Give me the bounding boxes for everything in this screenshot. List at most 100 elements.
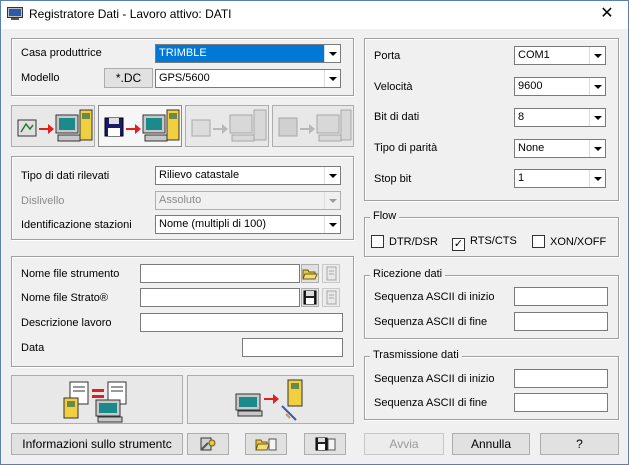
open-folder-button[interactable] <box>301 264 319 283</box>
instrument-file-label: Nome file strumento <box>21 268 120 280</box>
send-to-pc-button[interactable] <box>98 105 182 147</box>
date-input[interactable] <box>242 338 343 357</box>
disk-to-pc-disabled-button[interactable] <box>272 105 354 147</box>
height-diff-label: Dislivello <box>21 195 65 207</box>
chevron-down-icon[interactable] <box>589 47 605 64</box>
stop-bits-label: Stop bit <box>374 173 412 185</box>
chevron-down-icon <box>324 192 340 209</box>
height-diff-dropdown[interactable]: Assoluto <box>155 191 341 210</box>
save-file-button[interactable] <box>301 288 319 307</box>
tools-icon <box>200 437 216 451</box>
chevron-down-icon[interactable] <box>324 70 340 87</box>
station-id-value: Nome (multipli di 100) <box>159 218 266 230</box>
instrument-to-pc-icon <box>17 109 93 142</box>
notes-disabled-button-2[interactable] <box>322 288 340 307</box>
transfer-button[interactable] <box>187 375 354 424</box>
model-value: GPS/5600 <box>159 72 210 84</box>
title-bar: Registratore Dati - Lavoro attivo: DATI … <box>1 1 628 29</box>
app-icon <box>7 7 23 21</box>
instrument-file-input[interactable] <box>140 264 300 283</box>
receive-title: Ricezione dati <box>370 268 446 280</box>
data-bits-dropdown[interactable]: 8 <box>514 108 606 127</box>
notepad-icon <box>326 290 337 305</box>
cancel-button-label: Annulla <box>470 437 512 451</box>
model-label: Modello <box>21 72 60 84</box>
stop-bits-dropdown[interactable]: 1 <box>514 169 606 188</box>
compare-files-icon <box>63 381 127 423</box>
start-button[interactable]: Avvia <box>364 433 444 455</box>
chevron-down-icon[interactable] <box>589 109 605 126</box>
close-button[interactable]: ✕ <box>592 3 622 25</box>
receive-end-label: Sequenza ASCII di fine <box>374 316 488 328</box>
instrument-to-pc-disabled-button[interactable] <box>185 105 269 147</box>
receive-from-instrument-button[interactable] <box>11 105 95 147</box>
pc-to-instrument-icon <box>235 379 303 421</box>
dtr-dsr-checkbox[interactable]: DTR/DSR <box>371 235 438 248</box>
xon-xoff-label: XON/XOFF <box>550 236 607 248</box>
notepad-icon <box>326 266 337 281</box>
open-folder-icon <box>302 269 318 280</box>
job-desc-input[interactable] <box>140 313 343 332</box>
checkbox-box[interactable] <box>532 235 545 248</box>
disk-transfer-disabled-icon <box>278 109 352 142</box>
strato-file-input[interactable] <box>140 288 300 307</box>
main-window: Registratore Dati - Lavoro attivo: DATI … <box>0 0 629 465</box>
checkbox-box[interactable] <box>371 235 384 248</box>
chevron-down-icon[interactable] <box>324 216 340 233</box>
cancel-button[interactable]: Annulla <box>452 433 530 455</box>
chevron-down-icon[interactable] <box>589 140 605 157</box>
chevron-down-icon[interactable] <box>589 78 605 95</box>
chevron-down-icon[interactable] <box>324 45 340 62</box>
data-type-dropdown[interactable]: Rilievo catastale <box>155 166 341 185</box>
model-dropdown[interactable]: GPS/5600 <box>155 69 341 88</box>
settings-tool-button[interactable] <box>187 433 229 455</box>
transmit-start-input[interactable] <box>514 369 608 388</box>
transmit-end-input[interactable] <box>514 393 608 412</box>
receive-start-input[interactable] <box>514 287 608 306</box>
open-file-button[interactable] <box>245 433 287 455</box>
instrument-info-button[interactable]: Informazioni sullo strumentc <box>11 433 183 455</box>
speed-dropdown[interactable]: 9600 <box>514 77 606 96</box>
help-button-label: ? <box>576 437 583 451</box>
rts-cts-checkbox[interactable]: ✓ RTS/CTS <box>452 235 517 251</box>
parity-label: Tipo di parità <box>374 142 438 154</box>
checkbox-checked[interactable]: ✓ <box>452 238 465 251</box>
manufacturer-dropdown[interactable]: TRIMBLE <box>155 44 341 63</box>
station-id-dropdown[interactable]: Nome (multipli di 100) <box>155 215 341 234</box>
parity-dropdown[interactable]: None <box>514 139 606 158</box>
notes-disabled-button[interactable] <box>322 264 340 283</box>
dc-button[interactable]: *.DC <box>104 68 153 88</box>
port-value: COM1 <box>518 49 550 61</box>
save-file-bottom-button[interactable] <box>304 433 346 455</box>
floppy-disk-icon <box>315 437 336 451</box>
rts-cts-label: RTS/CTS <box>470 235 517 247</box>
help-button[interactable]: ? <box>540 433 619 455</box>
dtr-dsr-label: DTR/DSR <box>389 236 438 248</box>
flow-title: Flow <box>370 210 400 222</box>
transmit-end-label: Sequenza ASCII di fine <box>374 397 488 409</box>
xon-xoff-checkbox[interactable]: XON/XOFF <box>532 235 606 248</box>
disk-to-pc-icon <box>104 109 180 142</box>
strato-file-label: Nome file Strato® <box>21 292 108 304</box>
data-bits-value: 8 <box>518 111 525 123</box>
start-button-label: Avvia <box>389 437 419 451</box>
station-id-label: Identificazione stazioni <box>21 219 132 231</box>
chevron-down-icon[interactable] <box>589 170 605 187</box>
data-type-value: Rilievo catastale <box>159 169 240 181</box>
instrument-info-label: Informazioni sullo strumentc <box>22 437 172 451</box>
data-bits-label: Bit di dati <box>374 111 420 123</box>
manufacturer-label: Casa produttrice <box>21 47 102 59</box>
data-type-label: Tipo di dati rilevati <box>21 170 110 182</box>
receive-end-input[interactable] <box>514 312 608 331</box>
port-label: Porta <box>374 50 401 62</box>
dc-button-label: *.DC <box>115 71 142 85</box>
chevron-down-icon[interactable] <box>324 167 340 184</box>
floppy-disk-icon <box>303 290 317 305</box>
receive-start-label: Sequenza ASCII di inizio <box>374 291 495 303</box>
date-label: Data <box>21 342 45 354</box>
window-title: Registratore Dati - Lavoro attivo: DATI <box>29 7 232 21</box>
compare-button[interactable] <box>11 375 183 424</box>
port-dropdown[interactable]: COM1 <box>514 46 606 65</box>
transfer-disabled-icon <box>191 109 267 142</box>
stop-bits-value: 1 <box>518 172 525 184</box>
